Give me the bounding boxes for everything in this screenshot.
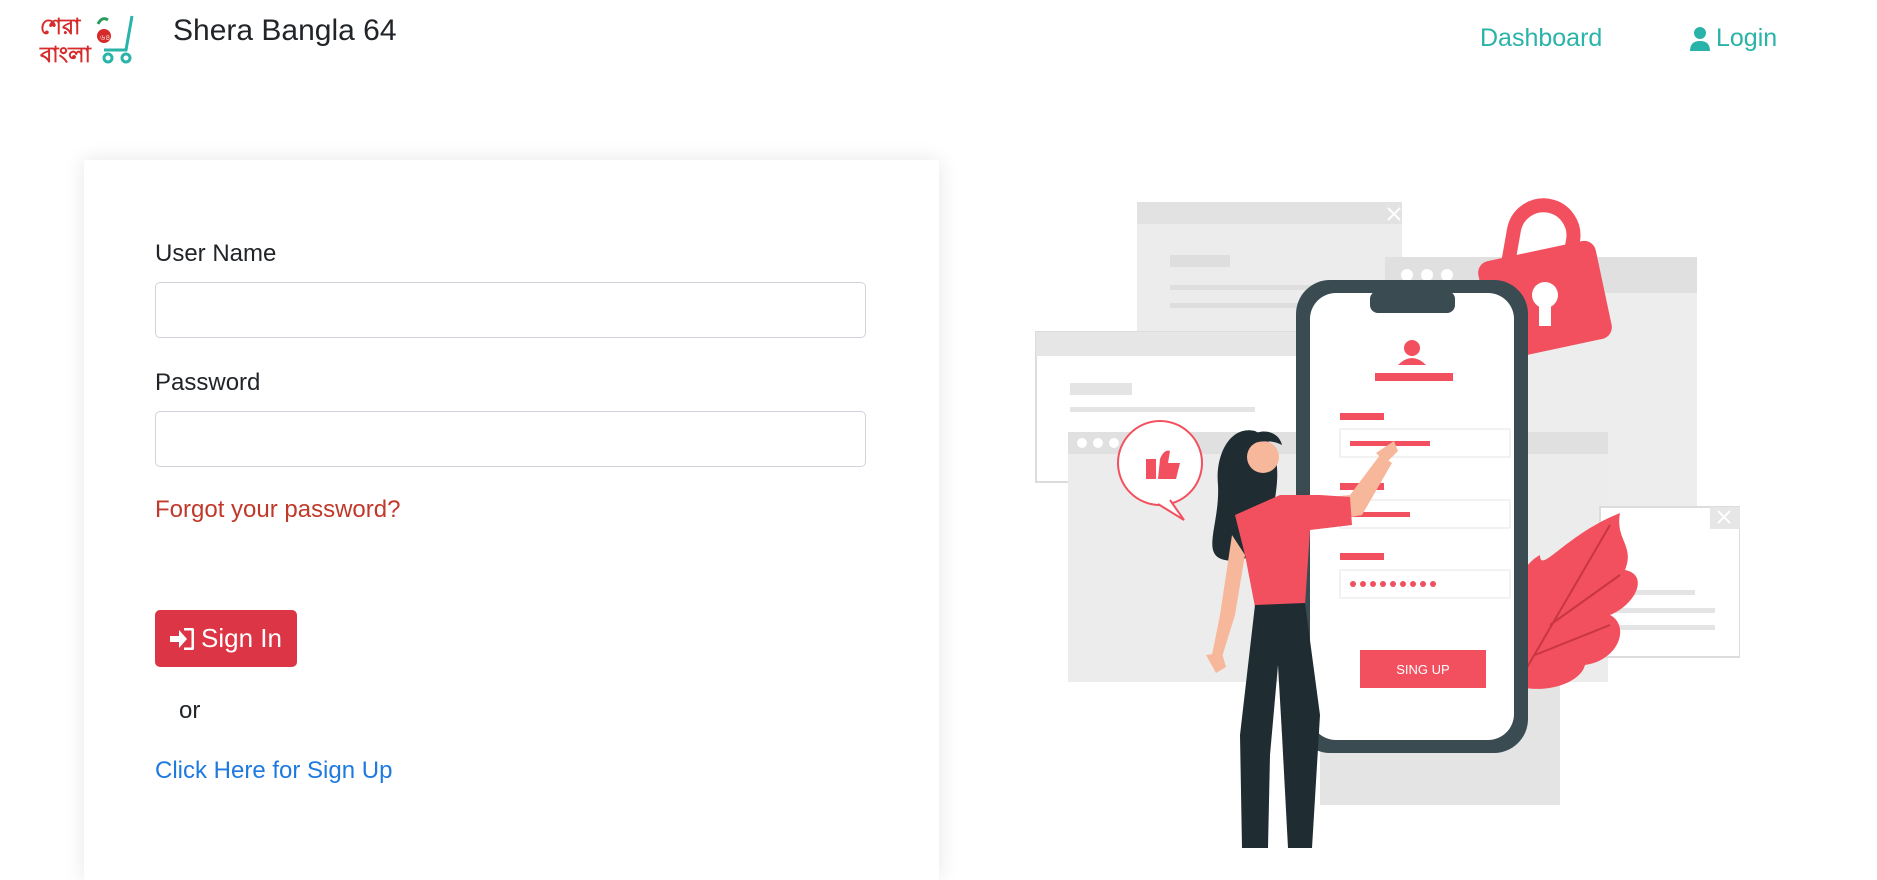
or-separator: or <box>179 697 201 724</box>
sign-in-icon <box>170 627 195 650</box>
sign-up-link[interactable]: Click Here for Sign Up <box>155 757 392 785</box>
brand-logo[interactable]: শেরা বাংলা ৬৪ <box>38 10 138 70</box>
svg-text:শেরা: শেরা <box>40 15 82 40</box>
top-navbar: শেরা বাংলা ৬৪ Shera Bangla 64 Dashboard … <box>0 0 1877 90</box>
nav-dashboard-link[interactable]: Dashboard <box>1480 24 1602 53</box>
svg-text:বাংলা: বাংলা <box>39 43 92 68</box>
login-card: User Name Password Forgot your password?… <box>84 160 939 880</box>
user-icon <box>1690 26 1710 51</box>
svg-text:৬৪: ৬৪ <box>100 33 110 42</box>
nav-login-label: Login <box>1716 24 1778 52</box>
illustration-signup-text: SING UP <box>1396 662 1449 677</box>
sign-in-button[interactable]: Sign In <box>155 610 297 667</box>
username-label: User Name <box>155 240 277 267</box>
sign-in-label: Sign In <box>201 623 282 653</box>
nav-login-link[interactable]: Login <box>1690 24 1777 53</box>
username-input[interactable] <box>155 282 866 338</box>
brand-name[interactable]: Shera Bangla 64 <box>173 14 397 48</box>
login-illustration: SING UP <box>1020 195 1741 848</box>
password-label: Password <box>155 369 261 396</box>
password-input[interactable] <box>155 411 866 467</box>
forgot-password-link[interactable]: Forgot your password? <box>155 496 400 524</box>
